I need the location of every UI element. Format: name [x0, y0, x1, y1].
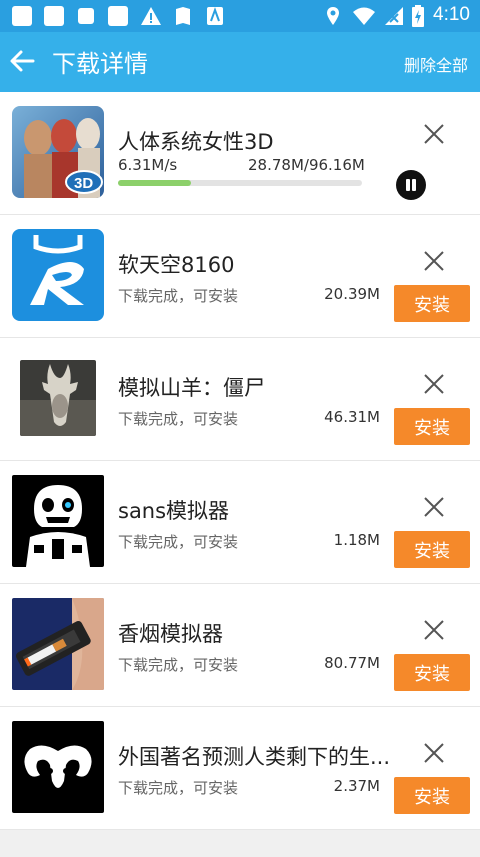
download-progress-text: 28.78M/96.16M [248, 156, 365, 174]
app-name: 人体系统女性3D [118, 130, 274, 154]
download-item: 香烟模拟器 下载完成，可安装 80.77M 安装 [0, 584, 480, 707]
file-size: 46.31M [324, 408, 380, 426]
app-name: 外国著名预测人类剩下的生... [118, 745, 391, 769]
file-size: 2.37M [333, 777, 380, 795]
download-list: 3D 人体系统女性3D 6.31M/s 28.78M/96.16M 软天空816… [0, 92, 480, 830]
file-size: 20.39M [324, 285, 380, 303]
download-status: 下载完成，可安装 [118, 533, 239, 551]
install-button[interactable]: 安装 [394, 531, 470, 568]
clock: 4:10 [433, 4, 470, 25]
notification-icon [12, 6, 32, 26]
install-button[interactable]: 安装 [394, 654, 470, 691]
install-button[interactable]: 安装 [394, 408, 470, 445]
download-item: 3D 人体系统女性3D 6.31M/s 28.78M/96.16M [0, 92, 480, 215]
download-speed: 6.31M/s [118, 156, 178, 174]
app-icon-ruan-tian-kong [12, 229, 104, 321]
app-icon-sans-simulator [12, 475, 104, 567]
progress-bar-fill [118, 180, 192, 186]
back-arrow-icon[interactable] [8, 46, 38, 76]
app-icon-cigarette-simulator [12, 598, 104, 690]
app-icon-goat-simulator [20, 360, 96, 436]
download-status: 下载完成，可安装 [118, 779, 239, 797]
app-name: 软天空8160 [118, 253, 235, 277]
notification-icon [44, 6, 64, 26]
app-name: sans模拟器 [118, 499, 230, 523]
download-status: 下载完成，可安装 [118, 410, 239, 428]
delete-all-button[interactable]: 删除全部 [404, 52, 468, 76]
download-status: 下载完成，可安装 [118, 656, 239, 674]
progress-bar [118, 180, 362, 186]
book-icon [176, 7, 190, 25]
download-item: 软天空8160 下载完成，可安装 20.39M 安装 [0, 215, 480, 338]
app-name: 香烟模拟器 [118, 622, 223, 646]
battery-charging-icon [412, 5, 424, 27]
app-icon [207, 7, 223, 25]
app-icon-anatomy: 3D [12, 106, 104, 198]
close-icon[interactable] [422, 122, 446, 146]
signal-icon [385, 7, 403, 25]
download-status: 下载完成，可安装 [118, 287, 239, 305]
notification-icon [78, 8, 94, 24]
location-icon [327, 7, 339, 25]
warning-icon [141, 7, 161, 25]
status-bar: 4:10 [0, 0, 480, 32]
app-bar: 下载详情 删除全部 [0, 32, 480, 92]
notification-icon [108, 6, 128, 26]
download-item: 外国著名预测人类剩下的生... 下载完成，可安装 2.37M 安装 [0, 707, 480, 830]
anatomy-3d-label: 3D [74, 175, 93, 192]
install-button[interactable]: 安装 [394, 777, 470, 814]
close-icon[interactable] [422, 618, 446, 642]
file-size: 1.18M [333, 531, 380, 549]
download-item: sans模拟器 下载完成，可安装 1.18M 安装 [0, 461, 480, 584]
install-button[interactable]: 安装 [394, 285, 470, 322]
page-title: 下载详情 [52, 50, 148, 78]
app-icon-ram-skull [12, 721, 104, 813]
close-icon[interactable] [422, 249, 446, 273]
download-item: 模拟山羊：僵尸 下载完成，可安装 46.31M 安装 [0, 338, 480, 461]
close-icon[interactable] [422, 495, 446, 519]
pause-button[interactable] [396, 170, 426, 200]
close-icon[interactable] [422, 372, 446, 396]
app-name: 模拟山羊：僵尸 [118, 376, 265, 400]
close-icon[interactable] [422, 741, 446, 765]
wifi-icon [353, 7, 375, 25]
file-size: 80.77M [324, 654, 380, 672]
